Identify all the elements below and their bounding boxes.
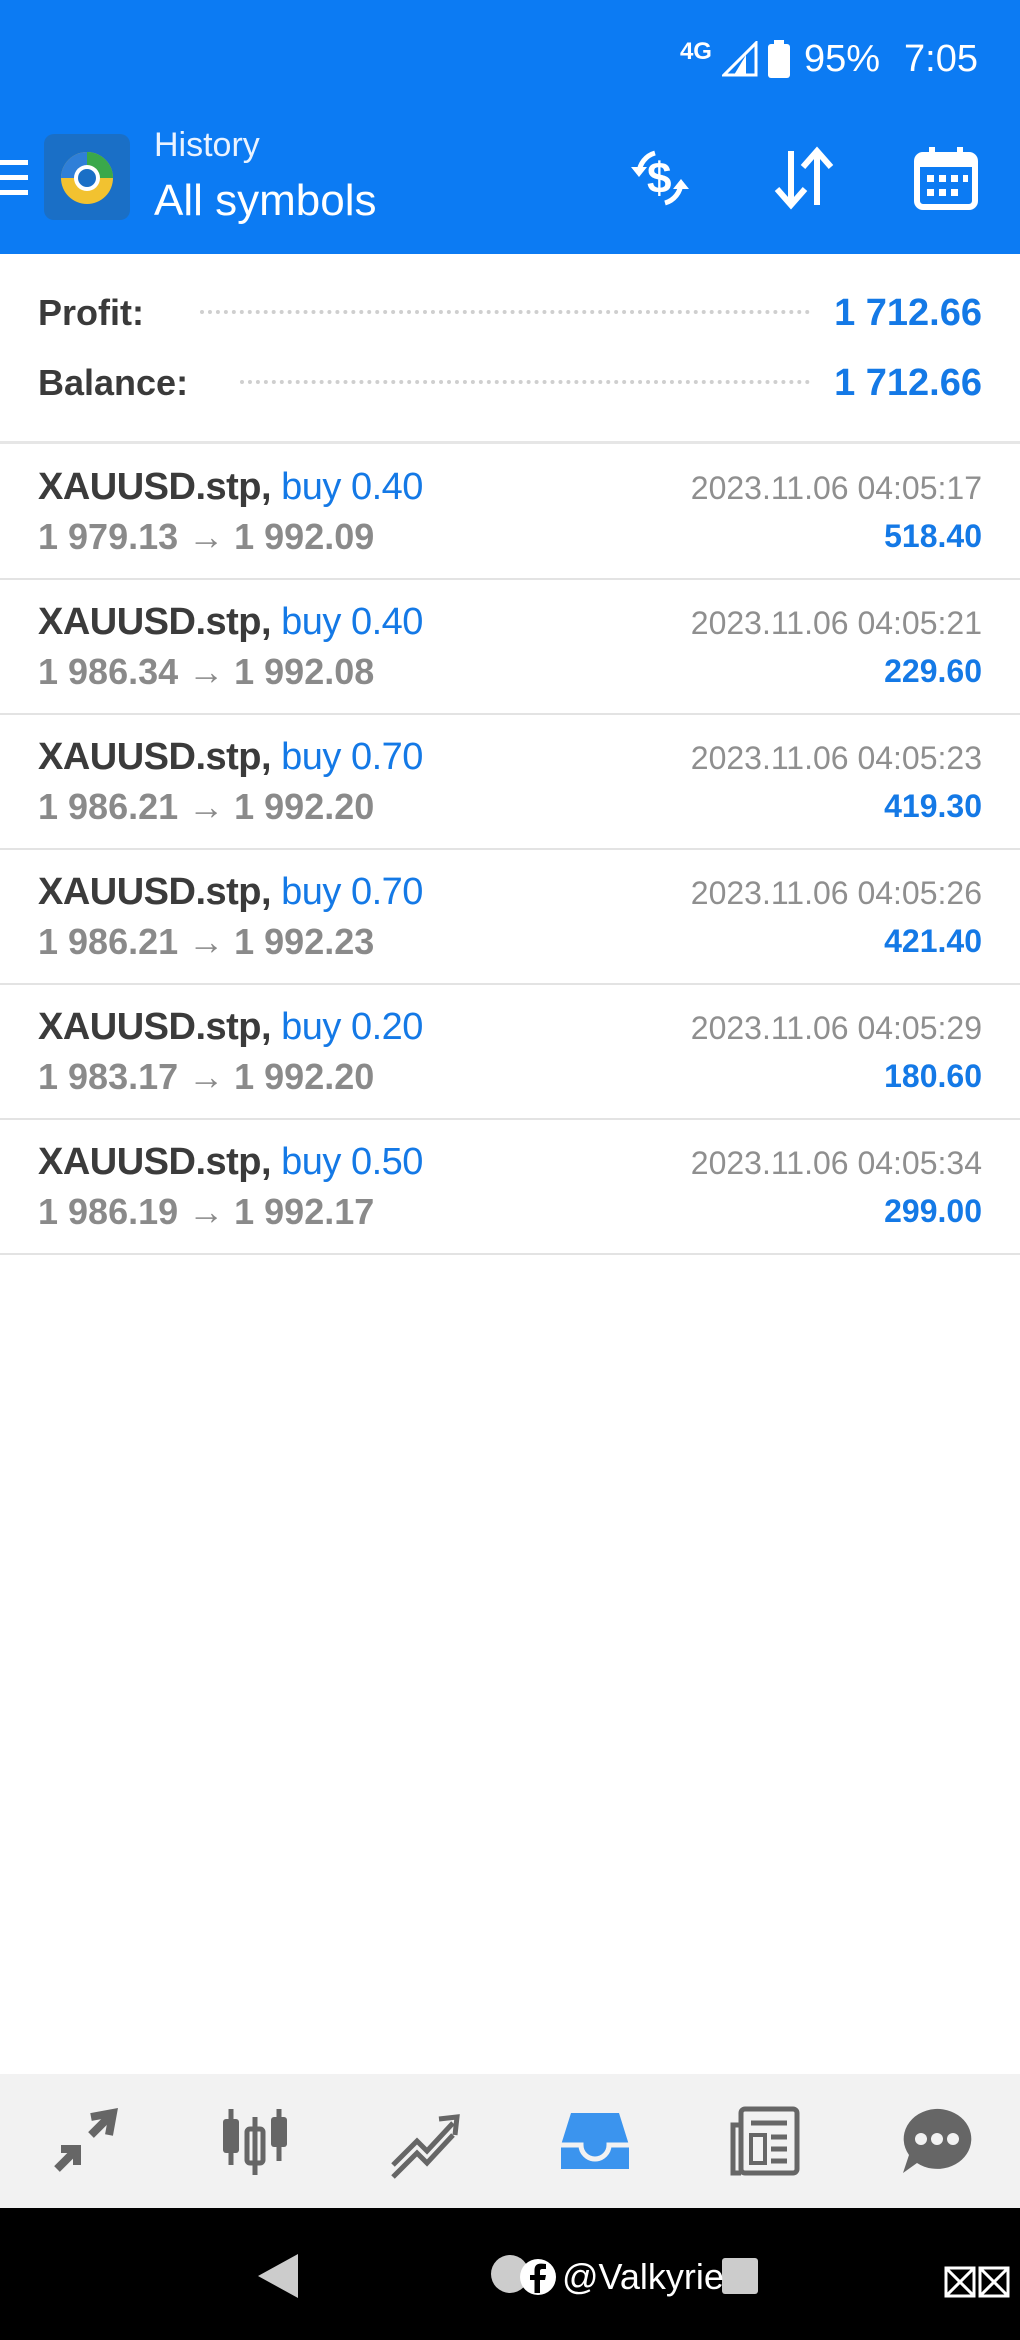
deal-time: 2023.11.06 04:05:29 xyxy=(690,1010,982,1046)
deal-profit: 421.40 xyxy=(884,923,982,959)
app-header: 4G 95% 7:05 History All symbols $ xyxy=(0,0,1020,254)
back-icon[interactable] xyxy=(256,2252,300,2300)
deal-side: buy 0.40 xyxy=(281,601,423,643)
deal-profit: 229.60 xyxy=(884,653,982,689)
deal-profit: 518.40 xyxy=(884,518,982,554)
quotes-icon xyxy=(54,2108,118,2172)
deal-symbol: XAUUSD.stp, buy 0.70 xyxy=(38,736,423,778)
calendar-icon xyxy=(914,147,978,210)
header-subtitle: History xyxy=(154,126,260,164)
deal-side: buy 0.40 xyxy=(281,466,423,508)
nav-chart[interactable] xyxy=(210,2096,300,2186)
deal-symbol: XAUUSD.stp, buy 0.20 xyxy=(38,1006,423,1048)
balance-value: 1 712.66 xyxy=(834,362,982,404)
deal-prices: 1 986.21 → 1 992.20 xyxy=(38,786,375,827)
bottom-navigation xyxy=(0,2074,1020,2208)
deal-time: 2023.11.06 04:05:34 xyxy=(690,1145,982,1181)
status-bar: 4G 95% 7:05 xyxy=(680,34,978,84)
deal-row[interactable]: XAUUSD.stp, buy 0.70 1 986.21 → 1 992.23… xyxy=(0,851,1020,985)
deal-row[interactable]: XAUUSD.stp, buy 0.20 1 983.17 → 1 992.20… xyxy=(0,986,1020,1120)
deal-prices: 1 986.19 → 1 992.17 xyxy=(38,1191,375,1232)
recents-icon[interactable] xyxy=(720,2256,760,2296)
deal-row[interactable]: XAUUSD.stp, buy 0.70 1 986.21 → 1 992.20… xyxy=(0,716,1020,850)
deal-profit: 299.00 xyxy=(884,1193,982,1229)
metatrader-logo xyxy=(44,134,130,220)
balance-label: Balance: xyxy=(38,362,189,403)
deal-side: buy 0.70 xyxy=(281,871,423,913)
nav-trade[interactable] xyxy=(380,2096,470,2186)
currency-exchange-button[interactable]: $ xyxy=(624,142,696,214)
svg-text:$: $ xyxy=(647,154,671,203)
history-icon xyxy=(561,2113,629,2169)
profit-row: Profit: 1 712.66 xyxy=(0,278,1020,348)
header-title[interactable]: All symbols xyxy=(154,176,377,226)
calendar-button[interactable] xyxy=(910,142,982,214)
battery-level: 95% xyxy=(803,37,881,80)
nav-history[interactable] xyxy=(550,2096,640,2186)
nav-chat[interactable] xyxy=(890,2096,980,2186)
deal-time: 2023.11.06 04:05:23 xyxy=(690,740,982,776)
deal-profit: 419.30 xyxy=(884,788,982,824)
deal-side: buy 0.20 xyxy=(281,1006,423,1048)
battery-icon xyxy=(767,40,790,78)
clock: 7:05 xyxy=(904,37,978,80)
network-type: 4G xyxy=(679,38,712,65)
deal-time: 2023.11.06 04:05:26 xyxy=(690,875,982,911)
facebook-icon xyxy=(520,2259,556,2295)
menu-icon[interactable] xyxy=(0,158,28,198)
deal-profit: 180.60 xyxy=(884,1058,982,1094)
currency-exchange-icon: $ xyxy=(631,150,689,206)
news-icon xyxy=(730,2106,800,2176)
deal-prices: 1 986.34 → 1 992.08 xyxy=(38,651,375,692)
deal-symbol: XAUUSD.stp, buy 0.70 xyxy=(38,871,423,913)
deal-side: buy 0.50 xyxy=(281,1141,423,1183)
deal-side: buy 0.70 xyxy=(281,736,423,778)
nav-quotes[interactable] xyxy=(40,2096,130,2186)
sort-icon xyxy=(774,146,834,210)
deal-prices: 1 979.13 → 1 992.09 xyxy=(38,516,375,557)
deal-symbol: XAUUSD.stp, buy 0.50 xyxy=(38,1141,423,1183)
notification-icon xyxy=(944,2266,1010,2298)
deal-prices: 1 986.21 → 1 992.23 xyxy=(38,921,375,962)
balance-dots xyxy=(240,380,810,390)
deal-time: 2023.11.06 04:05:17 xyxy=(690,470,982,506)
profit-dots xyxy=(200,310,810,320)
trade-icon xyxy=(391,2114,460,2179)
deal-symbol: XAUUSD.stp, buy 0.40 xyxy=(38,466,423,508)
profit-value: 1 712.66 xyxy=(834,292,982,334)
deal-symbol: XAUUSD.stp, buy 0.40 xyxy=(38,601,423,643)
summary-divider xyxy=(0,441,1020,444)
chart-icon xyxy=(223,2109,287,2175)
profit-label: Profit: xyxy=(38,292,144,333)
deal-row[interactable]: XAUUSD.stp, buy 0.50 1 986.19 → 1 992.17… xyxy=(0,1121,1020,1255)
signal-icon xyxy=(721,41,758,77)
watermark: @Valkyrie xyxy=(520,2256,724,2298)
watermark-text: @Valkyrie xyxy=(562,2256,724,2297)
sort-button[interactable] xyxy=(768,142,840,214)
deal-row[interactable]: XAUUSD.stp, buy 0.40 1 979.13 → 1 992.09… xyxy=(0,446,1020,580)
chat-icon xyxy=(903,2108,972,2173)
nav-news[interactable] xyxy=(720,2096,810,2186)
system-navigation-bar xyxy=(0,2208,1020,2340)
deal-row[interactable]: XAUUSD.stp, buy 0.40 1 986.34 → 1 992.08… xyxy=(0,581,1020,715)
deal-prices: 1 983.17 → 1 992.20 xyxy=(38,1056,375,1097)
balance-row: Balance: 1 712.66 xyxy=(0,348,1020,418)
deal-time: 2023.11.06 04:05:21 xyxy=(690,605,982,641)
